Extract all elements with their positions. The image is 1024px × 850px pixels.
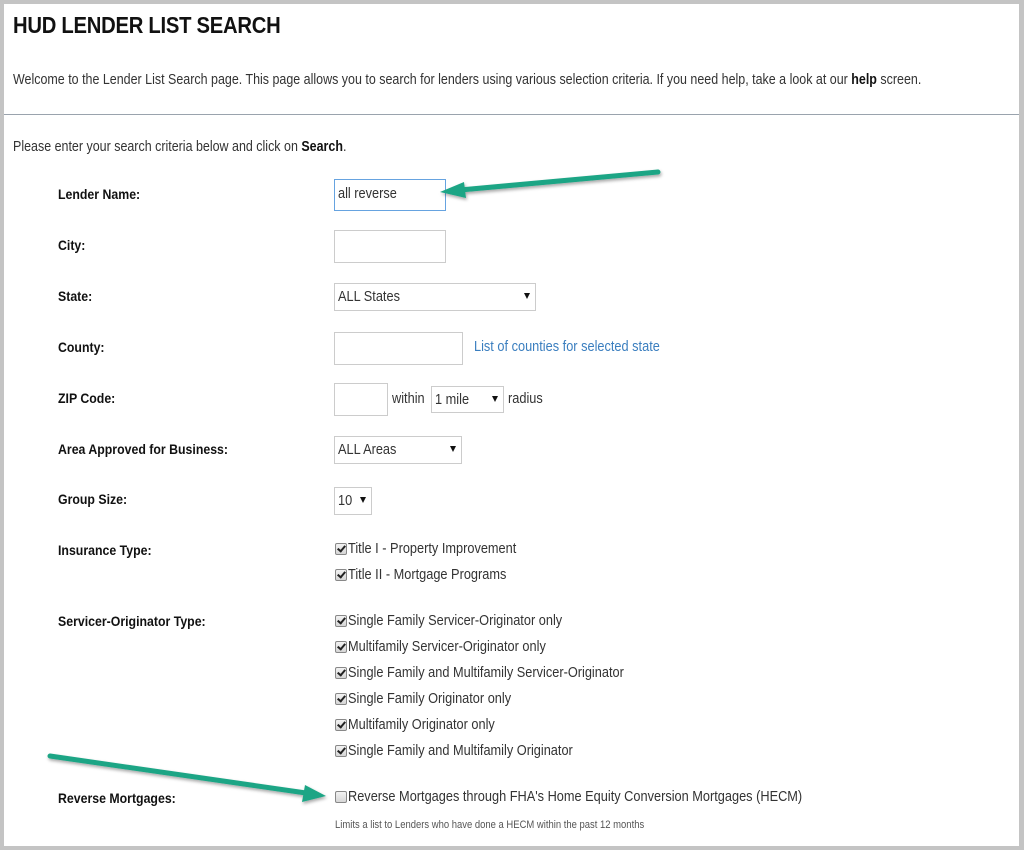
- within-text: within: [392, 391, 425, 407]
- servicer-originator-label: Servicer-Originator Type:: [58, 613, 206, 629]
- chevron-down-icon: [360, 497, 366, 503]
- reverse-mortgages-label: Reverse Mortgages:: [58, 790, 176, 806]
- help-link[interactable]: help: [851, 72, 877, 88]
- insurance-option-title-2[interactable]: Title II - Mortgage Programs: [335, 565, 528, 585]
- chevron-down-icon: [450, 446, 456, 452]
- checkbox[interactable]: [335, 693, 347, 705]
- city-label: City:: [58, 237, 86, 253]
- zip-code-label: ZIP Code:: [58, 390, 116, 406]
- chevron-down-icon: [524, 293, 530, 299]
- lender-name-input[interactable]: all reverse: [334, 179, 446, 211]
- area-approved-label: Area Approved for Business:: [58, 441, 229, 457]
- state-select[interactable]: ALL States: [334, 283, 536, 311]
- intro-text: Welcome to the Lender List Search page. …: [13, 72, 922, 88]
- page-title: HUD LENDER LIST SEARCH: [13, 12, 281, 38]
- arrow-to-lender-name: [440, 169, 661, 198]
- city-input[interactable]: [334, 230, 446, 263]
- checkbox[interactable]: [335, 615, 347, 627]
- counties-list-link[interactable]: List of counties for selected state: [474, 339, 660, 355]
- page: HUD LENDER LIST SEARCH Welcome to the Le…: [4, 4, 1019, 846]
- checkbox[interactable]: [335, 667, 347, 679]
- instructions-text: Please enter your search criteria below …: [13, 139, 347, 155]
- insurance-type-label: Insurance Type:: [58, 542, 152, 558]
- checkbox[interactable]: [335, 745, 347, 757]
- reverse-mortgage-option[interactable]: Reverse Mortgages through FHA's Home Equ…: [335, 787, 864, 807]
- chevron-down-icon: [492, 396, 498, 402]
- servicer-option[interactable]: Single Family and Multifamily Originator: [335, 741, 603, 761]
- servicer-option[interactable]: Single Family Originator only: [335, 689, 533, 709]
- divider: [4, 114, 1019, 115]
- radius-select[interactable]: 1 mile: [431, 386, 504, 413]
- group-size-label: Group Size:: [58, 491, 128, 507]
- checkbox[interactable]: [335, 791, 347, 803]
- insurance-option-title-1[interactable]: Title I - Property Improvement: [335, 539, 539, 559]
- checkbox[interactable]: [335, 641, 347, 653]
- county-input[interactable]: [334, 332, 463, 365]
- county-label: County:: [58, 339, 105, 355]
- servicer-option[interactable]: Single Family and Multifamily Servicer-O…: [335, 663, 661, 683]
- servicer-option[interactable]: Multifamily Servicer-Originator only: [335, 637, 573, 657]
- checkbox[interactable]: [335, 719, 347, 731]
- zip-code-input[interactable]: [334, 383, 388, 416]
- lender-name-label: Lender Name:: [58, 186, 141, 202]
- area-select[interactable]: ALL Areas: [334, 436, 462, 464]
- reverse-mortgage-hint: Limits a list to Lenders who have done a…: [335, 819, 645, 831]
- checkbox[interactable]: [335, 543, 347, 555]
- radius-text: radius: [508, 391, 543, 407]
- servicer-option[interactable]: Single Family Servicer-Originator only: [335, 611, 591, 631]
- state-label: State:: [58, 288, 93, 304]
- group-size-select[interactable]: 10: [334, 487, 372, 515]
- checkbox[interactable]: [335, 569, 347, 581]
- servicer-option[interactable]: Multifamily Originator only: [335, 715, 515, 735]
